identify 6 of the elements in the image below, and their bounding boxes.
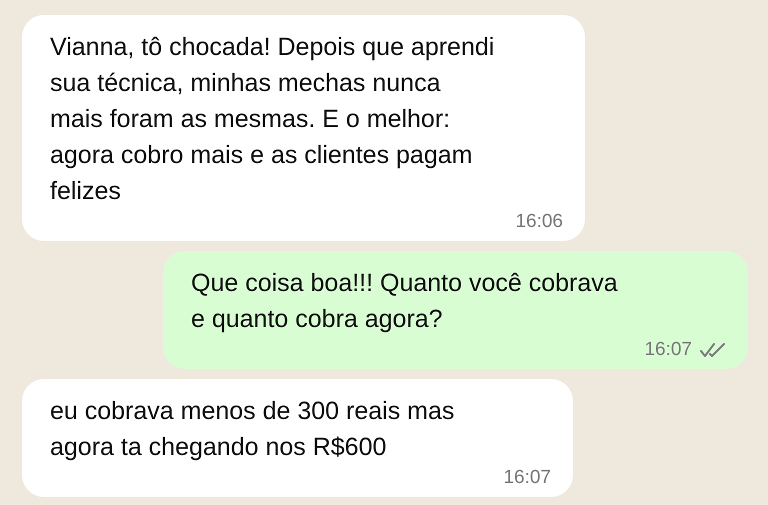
message-time: 16:07 [644, 339, 692, 361]
message-text: Que coisa boa!!! Quanto você cobrava e quanto cobra agora? [191, 268, 619, 335]
message-time: 16:06 [515, 211, 563, 233]
message-text: Vianna, tô chocada! Depois que aprendi sua técnica, minhas mechas nunca mais foram as mesmas. E o melhor: agora cobro mais e as clientes pagam felizes [50, 32, 496, 207]
message-time: 16:07 [503, 467, 551, 489]
message-text: eu cobrava menos de 300 reais mas agora ta chegando nos R$600 [50, 396, 456, 463]
